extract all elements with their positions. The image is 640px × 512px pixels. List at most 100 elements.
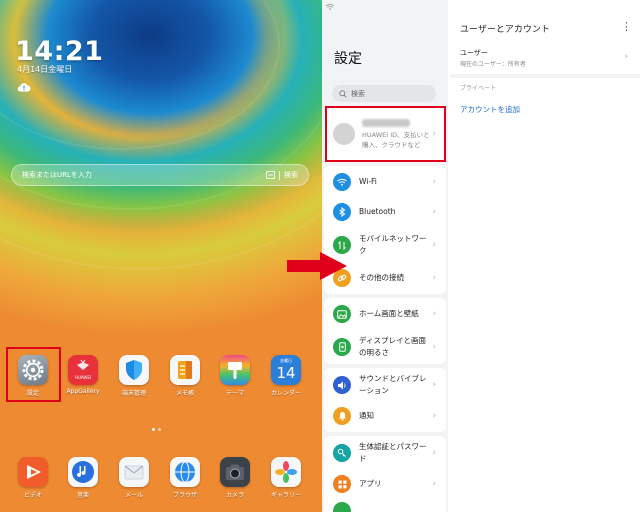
app-camera[interactable]: カメラ bbox=[212, 457, 258, 499]
settings-item-label: その他の接続 bbox=[359, 273, 404, 282]
settings-item-display[interactable]: ディスプレイと画面の明るさ › bbox=[324, 330, 446, 364]
app-mail[interactable]: メール bbox=[111, 457, 157, 499]
chevron-right-icon: › bbox=[432, 207, 436, 217]
shield-icon bbox=[119, 355, 149, 385]
cloud-icon[interactable] bbox=[17, 82, 31, 92]
settings-item-label: 通知 bbox=[359, 411, 374, 420]
app-themes[interactable]: テーマ bbox=[212, 355, 258, 397]
settings-item-label: Wi-Fi bbox=[359, 177, 377, 186]
chevron-right-icon: › bbox=[432, 448, 436, 458]
settings-item-label: 生体認証とパスワード bbox=[359, 442, 427, 463]
sound-card: サウンドとバイブレーション › 通知 › bbox=[324, 368, 446, 432]
settings-item-label: ディスプレイと画面の明るさ bbox=[359, 336, 426, 357]
settings-item-home-wallpaper[interactable]: ホーム画面と壁紙 › bbox=[324, 300, 446, 328]
calendar-day: 14 bbox=[276, 364, 296, 382]
bell-icon bbox=[333, 407, 351, 425]
app-label: ブラウザ bbox=[172, 492, 197, 499]
add-account-link[interactable]: アカウントを追加 bbox=[460, 104, 520, 115]
app-label: AppGallery bbox=[66, 388, 100, 395]
settings-item-label: モバイルネットワーク bbox=[359, 234, 427, 255]
chevron-right-icon[interactable]: › bbox=[624, 52, 628, 62]
wifi-icon bbox=[333, 173, 351, 191]
security-card: 生体認証とパスワード › アプリ › bbox=[324, 436, 446, 512]
page-title: 設定 bbox=[334, 51, 362, 67]
apps-icon bbox=[333, 475, 351, 493]
calendar-icon: 金曜日 14 bbox=[271, 355, 301, 385]
settings-item-label: Bluetooth bbox=[359, 207, 396, 216]
mail-icon bbox=[119, 457, 149, 487]
settings-item-biometrics[interactable]: 生体認証とパスワード › bbox=[324, 436, 446, 470]
app-label: 端末管理 bbox=[121, 390, 146, 397]
wifi-status-icon bbox=[326, 4, 334, 10]
bluetooth-icon bbox=[333, 203, 351, 221]
settings-search-input[interactable]: 検索 bbox=[332, 85, 436, 102]
settings-item-sound[interactable]: サウンドとバイブレーション › bbox=[324, 368, 446, 402]
more-options-icon[interactable]: ⋮ bbox=[621, 20, 632, 33]
app-label: テーマ bbox=[225, 390, 244, 397]
search-icon bbox=[339, 89, 347, 98]
app-label: 音楽 bbox=[76, 492, 89, 499]
browser-search-bar[interactable]: 検索またはURLを入力 検索 bbox=[11, 164, 309, 186]
app-label: メール bbox=[124, 492, 143, 499]
account-highlight-box bbox=[325, 106, 446, 162]
chevron-right-icon: › bbox=[432, 177, 436, 187]
app-label: カメラ bbox=[225, 492, 244, 499]
browser-icon bbox=[170, 457, 200, 487]
settings-item-label: アプリ bbox=[359, 479, 382, 488]
display-card: ホーム画面と壁紙 › ディスプレイと画面の明るさ › bbox=[324, 298, 446, 364]
app-calendar[interactable]: 金曜日 14 カレンダー bbox=[263, 355, 309, 397]
search-button[interactable]: 検索 bbox=[284, 170, 298, 180]
page-indicator[interactable] bbox=[152, 428, 161, 431]
chevron-right-icon: › bbox=[432, 240, 436, 250]
users-item-label[interactable]: ユーザー bbox=[460, 48, 488, 58]
app-label: メモ帳 bbox=[175, 390, 194, 397]
chevron-right-icon: › bbox=[432, 411, 436, 421]
video-icon bbox=[18, 457, 48, 487]
chevron-right-icon: › bbox=[432, 309, 436, 319]
app-appgallery[interactable]: HUAWEI AppGallery bbox=[60, 355, 106, 395]
settings-item-label: サウンドとバイブレーション bbox=[359, 374, 427, 395]
home-screen: 14:21 4月14日金曜日 検索またはURLを入力 検索 設定 HUAWEI … bbox=[0, 0, 322, 512]
app-device-manager[interactable]: 端末管理 bbox=[111, 355, 157, 397]
chevron-right-icon: › bbox=[432, 380, 436, 390]
app-gallery[interactable]: ギャラリー bbox=[263, 457, 309, 499]
app-label: ギャラリー bbox=[270, 492, 301, 499]
wallpaper-icon bbox=[333, 305, 351, 323]
appgallery-logo-text: HUAWEI bbox=[74, 375, 92, 380]
brush-icon bbox=[220, 355, 250, 385]
app-music[interactable]: 音楽 bbox=[60, 457, 106, 499]
app-label: ビデオ bbox=[23, 492, 42, 499]
display-icon bbox=[333, 338, 351, 356]
settings-app: 設定 検索 HUAWEI ID、支払いと購入、クラウドなど › Wi-Fi › … bbox=[322, 0, 640, 512]
appgallery-icon: HUAWEI bbox=[68, 355, 98, 385]
gallery-icon bbox=[271, 457, 301, 487]
camera-icon bbox=[220, 457, 250, 487]
app-notepad[interactable]: メモ帳 bbox=[162, 355, 208, 397]
detail-title: ユーザーとアカウント bbox=[460, 25, 550, 35]
scan-icon[interactable] bbox=[266, 171, 275, 179]
search-placeholder: 検索またはURLを入力 bbox=[22, 171, 92, 179]
settings-item-notifications[interactable]: 通知 › bbox=[324, 402, 446, 430]
key-icon bbox=[333, 444, 351, 462]
settings-highlight-box bbox=[6, 347, 61, 402]
settings-item-wifi[interactable]: Wi-Fi › bbox=[324, 168, 446, 196]
private-section-header: プライベート bbox=[460, 85, 497, 92]
chevron-right-icon: › bbox=[432, 479, 436, 489]
date-text: 4月14日金曜日 bbox=[17, 65, 73, 74]
settings-item-apps[interactable]: アプリ › bbox=[324, 470, 446, 498]
settings-item-label: ホーム画面と壁紙 bbox=[359, 309, 419, 318]
music-icon bbox=[68, 457, 98, 487]
divider bbox=[279, 170, 280, 180]
chevron-right-icon: › bbox=[432, 342, 436, 352]
arrow-right-icon bbox=[287, 252, 347, 280]
section-divider bbox=[450, 74, 640, 78]
app-browser[interactable]: ブラウザ bbox=[162, 457, 208, 499]
settings-item-bluetooth[interactable]: Bluetooth › bbox=[324, 198, 446, 226]
notepad-icon bbox=[170, 355, 200, 385]
clock-widget[interactable]: 14:21 bbox=[15, 36, 103, 67]
app-video[interactable]: ビデオ bbox=[10, 457, 56, 499]
sound-icon bbox=[333, 376, 351, 394]
page-dot bbox=[158, 428, 161, 431]
users-item-subtitle: 現在のユーザー：所有者 bbox=[460, 61, 526, 68]
search-placeholder: 検索 bbox=[351, 89, 365, 98]
